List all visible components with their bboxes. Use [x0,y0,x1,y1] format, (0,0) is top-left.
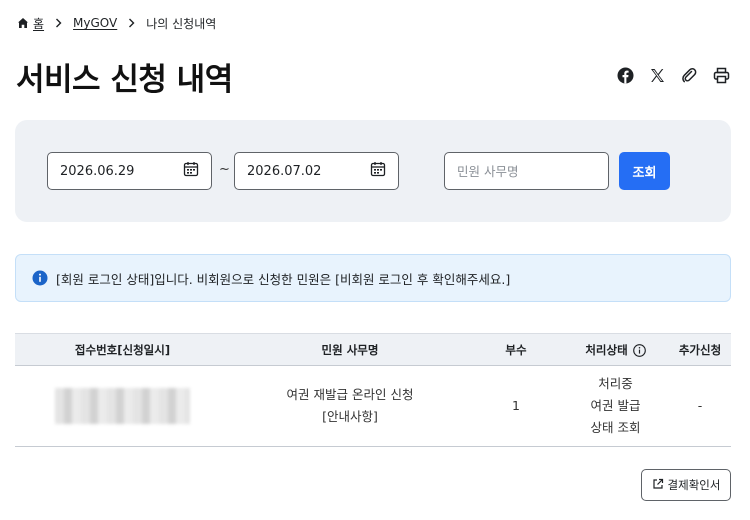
header-status: 처리상태 [562,334,669,366]
date-to-value: 2026.07.02 [247,163,322,179]
facebook-icon[interactable] [616,66,634,84]
date-from-value: 2026.06.29 [60,163,135,179]
receipt-no-cell [15,366,230,447]
breadcrumb-mygov-label: MyGOV [73,16,118,30]
info-icon [32,270,48,286]
link-icon[interactable] [680,66,698,84]
redacted-receipt-number [55,388,190,424]
service-name-link[interactable]: 여권 재발급 온라인 신청 [230,384,470,406]
print-icon[interactable] [712,66,730,84]
header-service-name: 민원 사무명 [321,342,379,357]
payment-receipt-label: 결제확인서 [667,478,721,492]
breadcrumb-current: 나의 신청내역 [146,16,217,31]
home-icon [17,17,29,29]
info-outline-icon[interactable] [632,343,646,357]
breadcrumb-home[interactable]: 홈 [17,15,44,32]
passport-status-link-line2[interactable]: 상태 조회 [562,417,669,439]
notice-text: [회원 로그인 상태]입니다. 비회원으로 신청한 민원은 [비회원 로그인 후… [56,271,511,287]
copies-cell: 1 [512,398,520,413]
header-receipt-no: 접수번호[신청일시] [74,342,171,357]
payment-receipt-button[interactable]: 결제확인서 [641,469,731,501]
page-title: 서비스 신청 내역 [16,62,233,98]
header-copies: 부수 [505,342,527,357]
service-name-cell: 여권 재발급 온라인 신청 [안내사항] [230,366,470,447]
passport-status-link-line1[interactable]: 여권 발급 [562,395,669,417]
share-toolbar [616,66,730,84]
login-status-notice: [회원 로그인 상태]입니다. 비회원으로 신청한 민원은 [비회원 로그인 후… [15,254,731,302]
status-text: 처리중 [598,376,633,391]
chevron-right-icon [55,18,62,28]
service-note-link[interactable]: [안내사항] [230,406,470,428]
date-to-field[interactable]: 2026.07.02 [234,152,399,190]
calendar-icon[interactable] [183,161,199,181]
status-cell: 처리중 여권 발급 상태 조회 [562,366,669,447]
breadcrumb-mygov[interactable]: MyGOV [73,16,117,30]
date-from-field[interactable]: 2026.06.29 [47,152,212,190]
header-status-label: 처리상태 [585,342,628,357]
application-table: 접수번호[신청일시] 민원 사무명 부수 처리상태 추가신청 여권 재발급 온라… [15,333,731,447]
breadcrumb: 홈 MyGOV 나의 신청내역 [17,14,216,32]
chevron-right-icon [128,18,135,28]
extra-cell: - [697,398,703,413]
breadcrumb-home-label: 홈 [33,16,45,31]
service-name-input[interactable] [444,152,609,190]
header-extra: 추가신청 [678,342,722,357]
table-header-row: 접수번호[신청일시] 민원 사무명 부수 처리상태 추가신청 [15,333,731,366]
calendar-icon[interactable] [370,161,386,181]
search-button[interactable]: 조회 [619,152,670,190]
range-separator: ~ [219,162,230,177]
external-link-icon [652,478,664,493]
x-icon[interactable] [648,66,666,84]
table-row: 여권 재발급 온라인 신청 [안내사항] 1 처리중 여권 발급 상태 조회 - [15,366,731,447]
search-panel: 2026.06.29 ~ 2026.07.02 조회 [15,120,731,222]
